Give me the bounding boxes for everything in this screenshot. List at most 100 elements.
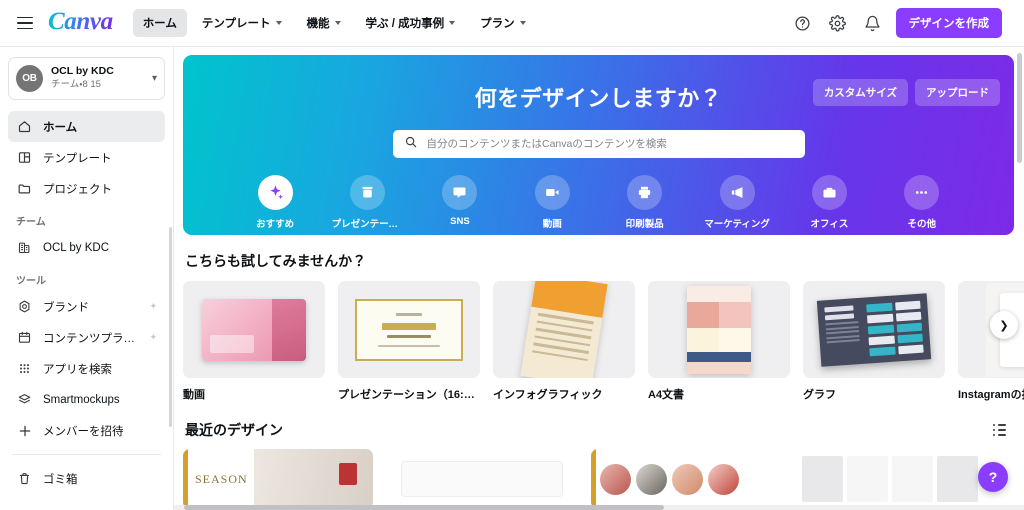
suggestion-thumb — [803, 281, 945, 378]
recent-header: 最近のデザイン — [185, 420, 1014, 440]
sidebar-item-brand[interactable]: ブランド ✦ — [8, 291, 165, 322]
search-box[interactable] — [392, 130, 805, 158]
sidebar-item-home[interactable]: ホーム — [8, 111, 165, 142]
sidebar-item-team-ocl-label: OCL by KDC — [43, 241, 110, 254]
sidebar-item-projects[interactable]: プロジェクト — [8, 173, 165, 204]
chevron-down-icon — [275, 21, 282, 25]
search-icon — [404, 135, 418, 154]
design-art-season: SEASON — [183, 449, 373, 509]
category-presentation-label: プレゼンテーシ... — [331, 219, 404, 230]
sidebar-item-search-apps[interactable]: アプリを検索 — [8, 353, 165, 384]
design-card-faces[interactable] — [591, 449, 781, 509]
ellipsis-icon — [904, 175, 940, 210]
nav-item-home[interactable]: ホーム — [132, 9, 187, 37]
help-fab[interactable]: ? — [978, 462, 1008, 492]
sidebar-item-team-ocl[interactable]: OCL by KDC — [8, 232, 165, 263]
sidebar-item-home-label: ホーム — [43, 121, 78, 134]
plus-icon — [16, 422, 33, 439]
sidebar-item-templates[interactable]: テンプレート — [8, 142, 165, 173]
category-office[interactable]: オフィス — [783, 175, 875, 230]
chevron-right-icon[interactable]: ❯ — [990, 311, 1018, 339]
gear-icon[interactable] — [826, 11, 850, 35]
thumb-art-video — [202, 298, 306, 361]
suggestion-card-video[interactable]: 動画 — [183, 281, 325, 402]
sidebar-scrollbar[interactable] — [169, 227, 172, 427]
category-recommended[interactable]: おすすめ — [229, 175, 321, 230]
suggestion-card-a4-label: A4文書 — [648, 389, 685, 401]
custom-size-button[interactable]: カスタムサイズ — [812, 79, 908, 106]
sidebar-group-team-label: チーム — [16, 217, 46, 228]
suggestion-card-presentation-label: プレゼンテーション（16:9） — [338, 389, 480, 401]
trash-icon — [16, 470, 33, 487]
suggestion-card-infographic-label: インフォグラフィック — [493, 389, 603, 401]
suggestion-card-a4[interactable]: A4文書 — [648, 281, 790, 402]
sidebar-item-invite-members[interactable]: メンバーを招待 — [8, 415, 165, 446]
sidebar-item-content-planner[interactable]: コンテンツプランナー ✦ — [8, 322, 165, 353]
canva-logo[interactable]: Canva — [48, 9, 113, 37]
sidebar-nav-list: ホーム テンプレート プロジェクト チーム OCL by KDC ツール ブラン… — [8, 111, 165, 494]
design-art-wide — [795, 449, 985, 509]
main-content: 何をデザインしますか？ カスタムサイズ アップロード 自分のコンテンツまたはCa… — [174, 47, 1024, 510]
left-sidebar: OB OCL by KDC チーム・8 15 ▾ ホーム テンプレート プロジェ… — [0, 47, 174, 510]
question-mark-icon[interactable] — [791, 11, 815, 35]
nav-item-templates[interactable]: テンプレート — [192, 9, 292, 37]
chevron-down-icon — [519, 21, 526, 25]
search-input[interactable] — [426, 138, 794, 150]
sidebar-item-brand-label: ブランド — [43, 301, 89, 314]
main-inner: 何をデザインしますか？ カスタムサイズ アップロード 自分のコンテンツまたはCa… — [174, 47, 1024, 509]
home-icon — [16, 118, 33, 135]
hero-banner: 何をデザインしますか？ カスタムサイズ アップロード 自分のコンテンツまたはCa… — [183, 55, 1014, 235]
main-scrollbar[interactable] — [1017, 53, 1022, 163]
team-text: OCL by KDC チーム・8 15 — [51, 65, 144, 91]
page-body: OB OCL by KDC チーム・8 15 ▾ ホーム テンプレート プロジェ… — [0, 47, 1024, 510]
nav-item-features[interactable]: 機能 — [297, 9, 351, 37]
thumb-art-presentation — [355, 298, 463, 361]
list-view-icon[interactable] — [993, 424, 1007, 437]
suggestion-card-infographic[interactable]: インフォグラフィック — [493, 281, 635, 402]
nav-item-templates-label: テンプレート — [201, 18, 271, 30]
suggestion-card-graph[interactable]: グラフ — [803, 281, 945, 402]
category-marketing-label: マーケティング — [704, 219, 770, 230]
team-switcher[interactable]: OB OCL by KDC チーム・8 15 ▾ — [8, 57, 165, 100]
design-art-faces — [591, 449, 781, 509]
suggestions-row: 動画 プレゼンテーション（16:9） インフォグラフィック A4文書 グラフ I… — [183, 281, 1024, 402]
recent-title: 最近のデザイン — [185, 422, 283, 438]
category-video[interactable]: 動画 — [506, 175, 598, 230]
category-print[interactable]: 印刷製品 — [599, 175, 691, 230]
category-sns[interactable]: SNS — [414, 175, 506, 230]
bell-icon[interactable] — [861, 11, 885, 35]
recent-designs-row: SEASON — [183, 449, 1014, 509]
top-navigation-bar: Canva ホーム テンプレート 機能 学ぶ / 成功事例 プラン デザインを作… — [0, 0, 1024, 47]
thumb-art-graph — [816, 292, 932, 367]
sidebar-item-trash[interactable]: ゴミ箱 — [8, 463, 165, 494]
suggestion-card-instagram[interactable]: Instagramの投 — [958, 281, 1024, 402]
suggestions-title: こちらも試してみませんか？ — [185, 253, 367, 269]
hero-search-wrapper — [183, 130, 1014, 158]
category-presentation[interactable]: プレゼンテーシ... — [321, 175, 413, 230]
nav-item-learn-label: 学ぶ / 成功事例 — [365, 18, 445, 30]
design-card-blank[interactable] — [387, 449, 577, 509]
design-card-wide[interactable] — [795, 449, 985, 509]
category-print-label: 印刷製品 — [625, 219, 664, 230]
suggestion-card-presentation[interactable]: プレゼンテーション（16:9） — [338, 281, 480, 402]
template-icon — [16, 149, 33, 166]
nav-item-learn[interactable]: 学ぶ / 成功事例 — [356, 9, 466, 37]
pin-icon[interactable]: ✦ — [149, 301, 157, 312]
category-more[interactable]: その他 — [876, 175, 968, 230]
canva-home-page: Canva ホーム テンプレート 機能 学ぶ / 成功事例 プラン デザインを作… — [0, 0, 1024, 510]
sidebar-item-templates-label: テンプレート — [43, 152, 112, 165]
calendar-icon — [16, 329, 33, 346]
category-more-label: その他 — [907, 219, 937, 230]
horizontal-scrollbar[interactable] — [174, 505, 1024, 510]
chevron-down-icon — [334, 21, 341, 25]
hamburger-menu-icon[interactable] — [14, 12, 36, 34]
category-marketing[interactable]: マーケティング — [691, 175, 783, 230]
nav-item-plans[interactable]: プラン — [470, 9, 536, 37]
sidebar-item-smartmockups[interactable]: Smartmockups — [8, 384, 165, 415]
design-card-season[interactable]: SEASON — [183, 449, 373, 509]
suggestion-card-instagram-label: Instagramの投 — [958, 389, 1024, 401]
sidebar-item-smartmockups-label: Smartmockups — [43, 393, 120, 406]
pin-icon[interactable]: ✦ — [149, 332, 157, 343]
upload-button[interactable]: アップロード — [915, 79, 1000, 106]
create-design-button[interactable]: デザインを作成 — [895, 8, 1002, 38]
